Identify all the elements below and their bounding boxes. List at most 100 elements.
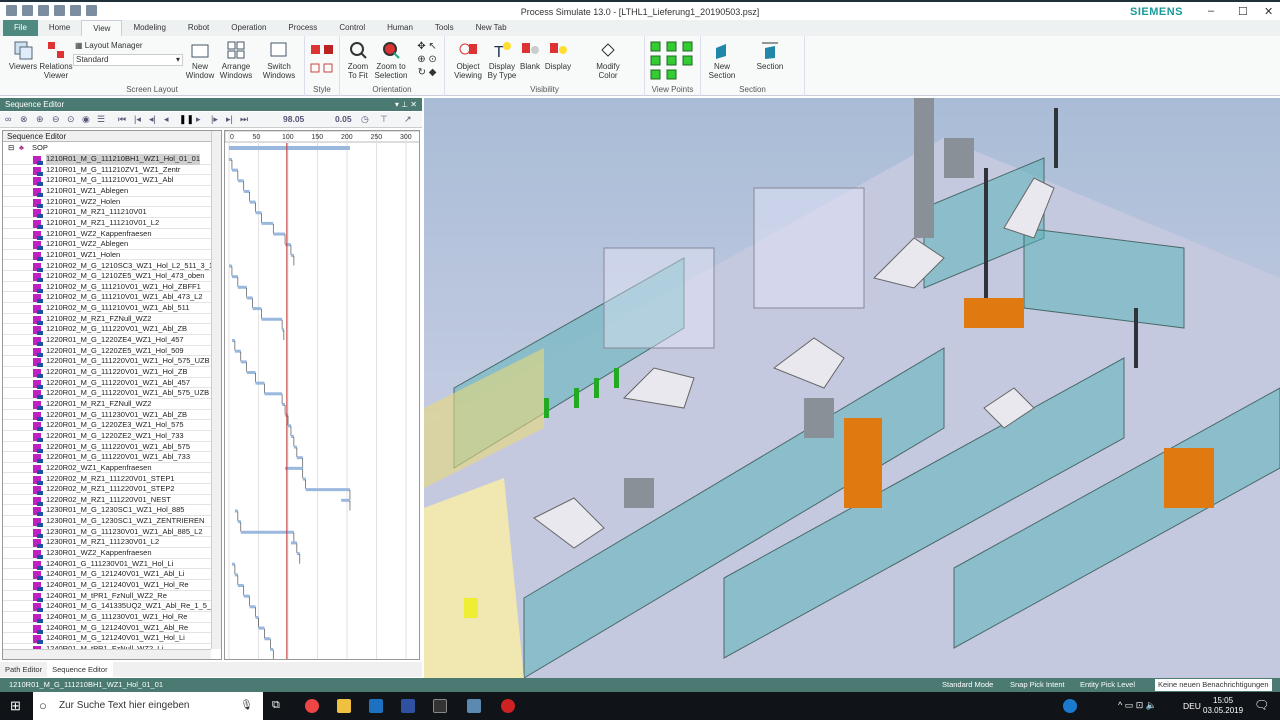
edit-icon[interactable]: ↗: [404, 115, 413, 124]
time-step[interactable]: 0.05: [335, 115, 355, 124]
jump-end-icon[interactable]: ⏭: [240, 115, 249, 124]
new-window-button[interactable]: New Window: [184, 40, 216, 80]
operation-row[interactable]: 1210R02_M_G_111210V01_WZ1_Abl_511: [3, 303, 211, 315]
pause-icon[interactable]: ❚❚: [179, 115, 194, 124]
operation-row[interactable]: 1210R02_M_G_111210V01_WZ1_Hol_ZBFF1: [3, 282, 211, 293]
zoom-selection-icon[interactable]: ◉: [82, 115, 91, 124]
operation-row[interactable]: 1220R02_M_RZ1_111220V01_NEST: [3, 495, 211, 506]
3d-viewport[interactable]: [424, 98, 1280, 678]
unlink-icon[interactable]: ⊗: [20, 115, 29, 124]
windows-start-icon[interactable]: ⊞: [10, 698, 21, 714]
jump-start-icon[interactable]: ⏮: [118, 115, 127, 124]
operation-row[interactable]: 1240R01_G_111230V01_WZ1_Hol_Li: [3, 559, 211, 570]
operation-row[interactable]: 1210R02_M_G_1210SC3_WZ1_Hol_L2_511_3_1: [3, 261, 213, 272]
task-view-icon[interactable]: ⧉: [272, 699, 280, 712]
play-icon[interactable]: ▸: [196, 115, 205, 124]
zoom-in-icon[interactable]: ⊕: [36, 115, 45, 124]
step-forward-icon[interactable]: ▸|: [226, 115, 235, 124]
clock[interactable]: 15:05 03.05.2019: [1203, 696, 1243, 716]
tree-column-header[interactable]: Sequence Editor: [3, 131, 221, 142]
link-icon[interactable]: ∞: [5, 115, 14, 124]
notifications-icon[interactable]: 🗨: [1254, 698, 1269, 712]
tab-process[interactable]: Process: [277, 20, 328, 36]
operation-row[interactable]: 1230R01_WZ2_Kappenfraesen: [3, 548, 211, 560]
operation-row[interactable]: 1220R01_M_RZ1_FZNull_WZ2: [3, 399, 211, 410]
operation-row[interactable]: 1230R01_M_G_1230SC1_WZ1_Hol_885: [3, 505, 211, 517]
tab-view[interactable]: View: [81, 20, 123, 36]
collapse-icon[interactable]: ⊟: [8, 143, 14, 154]
close-button[interactable]: ✕: [1264, 5, 1273, 18]
operation-row[interactable]: 1240R01_M_G_121240V01_WZ1_Hol_Re: [3, 580, 211, 591]
tab-robot[interactable]: Robot: [177, 20, 220, 36]
operation-row[interactable]: 1220R01_M_G_111220V01_WZ1_Abl_575: [3, 442, 211, 453]
operation-row[interactable]: 1230R01_M_RZ1_111230V01_L2: [3, 537, 211, 549]
status-mode[interactable]: Standard Mode: [942, 678, 993, 692]
tab-sequence-editor[interactable]: Sequence Editor: [47, 662, 113, 677]
operation-row[interactable]: 1220R01_M_G_1220ZE2_WZ1_Hol_733: [3, 431, 211, 442]
modify-color-button[interactable]: Modify Color: [593, 40, 623, 80]
help-icon[interactable]: [1063, 699, 1077, 713]
language-indicator[interactable]: DEU: [1183, 701, 1201, 711]
operation-row[interactable]: 1220R01_M_G_111220V01_WZ1_Abl_457: [3, 378, 211, 389]
prev-icon[interactable]: ◂|: [149, 115, 158, 124]
operation-row[interactable]: 1210R01_WZ1_Holen: [3, 250, 211, 261]
tab-tools[interactable]: Tools: [424, 20, 465, 36]
chrome-icon[interactable]: [305, 699, 319, 713]
zoom-to-fit-button[interactable]: Zoom To Fit: [343, 40, 373, 80]
tree-horizontal-scrollbar[interactable]: [3, 649, 211, 659]
operation-row[interactable]: 1210R01_M_G_111210V01_WZ1_Abl: [3, 175, 211, 187]
taskbar-search[interactable]: ○ Zur Suche Text hier eingeben 🎙: [33, 692, 263, 720]
tab-operation[interactable]: Operation: [220, 20, 277, 36]
operation-row[interactable]: 1220R01_M_G_111220V01_WZ1_Hol_ZB: [3, 367, 211, 378]
operation-row[interactable]: 1210R01_WZ2_Ablegen: [3, 239, 211, 251]
arrange-windows-button[interactable]: Arrange Windows: [216, 40, 256, 80]
orientation-tools[interactable]: ✥ ↖ ⊕ ⊙ ↻ ◆: [412, 40, 442, 79]
operation-row[interactable]: 1230R01_M_G_1230SC1_WZ1_ZENTRIEREN: [3, 516, 211, 528]
operation-row[interactable]: 1210R01_WZ2_Kappenfraesen: [3, 229, 211, 240]
operation-row[interactable]: 1220R01_M_G_111230V01_WZ1_Abl_ZB: [3, 410, 211, 421]
tree-vertical-scrollbar[interactable]: [211, 131, 221, 649]
layout-manager-button[interactable]: ▦ Layout Manager: [75, 41, 143, 50]
tab-home[interactable]: Home: [38, 20, 81, 36]
operation-row[interactable]: 1230R01_M_G_111230V01_WZ1_Abl_885_L2: [3, 527, 211, 538]
play-back-icon[interactable]: ◂: [164, 115, 173, 124]
operation-row[interactable]: 1210R01_M_G_111210ZV1_WZ1_Zentr: [3, 165, 211, 176]
operation-row[interactable]: 1210R01_M_G_111210BH1_WZ1_Hol_01_01: [3, 154, 211, 165]
maximize-button[interactable]: ☐: [1238, 5, 1248, 18]
status-entity[interactable]: Entity Pick Level: [1080, 678, 1135, 692]
operation-row[interactable]: 1240R01_M_G_121240V01_WZ1_Abl_Li: [3, 569, 211, 581]
operation-row[interactable]: 1210R01_WZ2_Holen: [3, 197, 211, 208]
tree-root[interactable]: ⊟ ♣ SOP: [3, 143, 211, 154]
relations-viewer-button[interactable]: Relations Viewer: [38, 40, 74, 80]
view-point-icons[interactable]: [649, 40, 697, 80]
display-by-type-button[interactable]: T Display By Type: [487, 40, 517, 80]
panel-controls[interactable]: ▾ ⊥ ✕: [395, 98, 417, 111]
object-viewing-button[interactable]: Object Viewing: [449, 40, 487, 80]
operation-row[interactable]: 1220R01_M_G_1220ZE3_WZ1_Hol_575: [3, 420, 211, 432]
operation-row[interactable]: 1240R01_M_G_121240V01_WZ1_Hol_Li: [3, 633, 211, 645]
step-back-icon[interactable]: |◂: [134, 115, 143, 124]
minimize-button[interactable]: –: [1208, 5, 1214, 17]
operation-row[interactable]: 1220R02_WZ1_Kappenfraesen: [3, 463, 211, 474]
tab-human[interactable]: Human: [376, 20, 424, 36]
microphone-icon[interactable]: 🎙: [240, 692, 253, 720]
operation-row[interactable]: 1210R02_M_G_111210V01_WZ1_Abl_473_L2: [3, 292, 211, 304]
switch-windows-button[interactable]: Switch Windows: [258, 40, 300, 80]
tab-control[interactable]: Control: [328, 20, 376, 36]
next-icon[interactable]: |▸: [211, 115, 220, 124]
outlook-icon[interactable]: [369, 699, 383, 713]
layout-select[interactable]: Standard ▾: [73, 54, 183, 66]
operation-row[interactable]: 1220R01_M_G_111220V01_WZ1_Abl_575_UZB: [3, 388, 211, 400]
operation-row[interactable]: 1240R01_M_G_121240V01_WZ1_Abl_Re: [3, 623, 211, 634]
operation-row[interactable]: 1220R02_M_RZ1_111220V01_STEP2: [3, 484, 211, 496]
clock-icon[interactable]: ◷: [361, 115, 370, 124]
tray-icons[interactable]: ^ ▭ ⊡ 🔈: [1118, 700, 1157, 711]
operation-row[interactable]: 1220R01_M_G_111220V01_WZ1_Hol_575_UZB: [3, 356, 211, 368]
operation-row[interactable]: 1210R02_M_RZ1_FZNull_WZ2: [3, 314, 211, 325]
recorder-icon[interactable]: [501, 699, 515, 713]
operation-row[interactable]: 1240R01_M_G_141335UQ2_WZ1_Abl_Re_1_5_L2: [3, 601, 219, 613]
viewers-button[interactable]: Viewers: [6, 40, 40, 71]
operation-row[interactable]: 1220R01_M_G_1220ZE4_WZ1_Hol_457: [3, 335, 211, 347]
current-time[interactable]: 98.05: [283, 115, 313, 124]
blank-button[interactable]: Blank: [517, 40, 543, 71]
